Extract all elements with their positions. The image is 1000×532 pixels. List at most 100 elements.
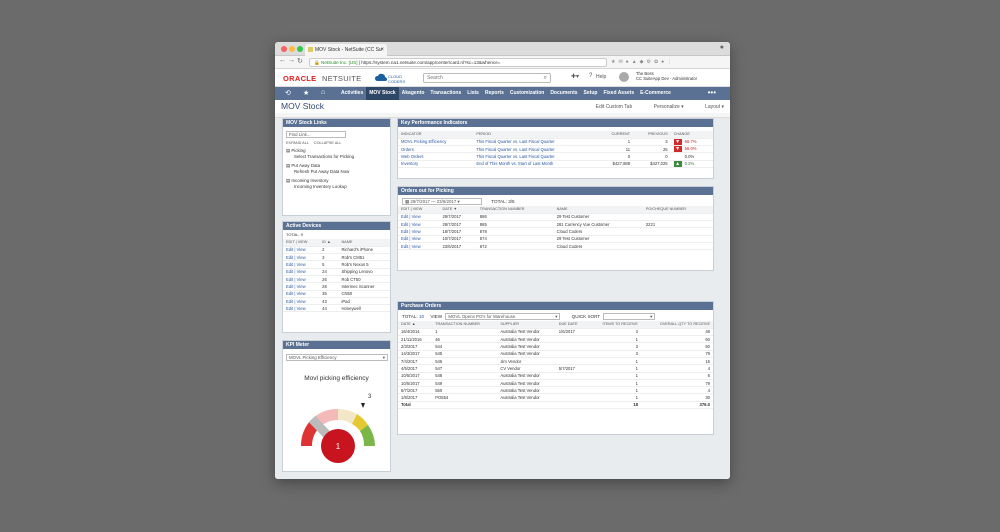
table-cell: 5 <box>319 260 339 269</box>
table-cell[interactable]: Edit | View <box>398 220 440 229</box>
menu-item[interactable]: Activities <box>338 87 366 100</box>
quick-sort-select[interactable]: ▾ <box>603 313 656 320</box>
link-group-link[interactable]: Refresh Put Away Data Now <box>286 169 387 174</box>
close-tab-icon[interactable]: × <box>380 44 384 56</box>
table-cell[interactable]: Edit | View <box>398 213 440 222</box>
link-group-link[interactable]: Incoming Inventory Lookup <box>286 184 387 189</box>
table-cell: Rob's Nexus 5 <box>338 260 390 269</box>
table-cell[interactable]: Edit | View <box>283 246 320 255</box>
column-header[interactable]: EDIT | VIEW <box>398 206 440 214</box>
expand-all-link[interactable]: EXPAND ALL <box>286 141 309 145</box>
menu-item[interactable]: Setup <box>581 87 601 100</box>
menu-item[interactable]: Reports <box>482 87 507 100</box>
table-cell <box>555 379 588 388</box>
search-icon[interactable]: ⌕ <box>544 74 547 82</box>
table-cell <box>555 401 588 410</box>
close-window-dot[interactable] <box>281 46 287 52</box>
column-header[interactable]: INDICATOR <box>398 131 474 139</box>
table-cell <box>642 242 713 251</box>
table-cell: 16 <box>640 357 713 366</box>
table-cell: 79 <box>640 379 713 388</box>
date-range-select[interactable]: ▦ 29/7/2017 — 23/6/2017 ▾ <box>402 198 482 205</box>
table-cell[interactable]: Edit | View <box>283 260 320 269</box>
global-search-input[interactable]: Search ⌕ <box>423 73 551 83</box>
cloud-icon <box>375 73 387 81</box>
reload-icon[interactable]: ↻ <box>297 57 303 65</box>
collapse-all-link[interactable]: COLLAPSE ALL <box>314 141 342 145</box>
menu-item[interactable]: Fixed Assets <box>600 87 637 100</box>
home-icon[interactable]: ⌂ <box>321 89 325 96</box>
menu-item[interactable]: E-Commerce <box>637 87 674 100</box>
favicon-icon <box>308 47 313 52</box>
column-header[interactable]: ITEMS TO RECEIVE <box>587 321 641 329</box>
table-cell[interactable]: Edit | View <box>283 297 320 306</box>
shortcuts-star-icon[interactable]: ★ <box>303 89 309 97</box>
more-menu-icon[interactable]: ••• <box>708 87 716 98</box>
minimize-window-dot[interactable] <box>289 46 295 52</box>
maximize-window-dot[interactable] <box>297 46 303 52</box>
column-header[interactable]: PO/CHEQUE NUMBER <box>642 206 713 214</box>
avatar[interactable] <box>619 72 629 82</box>
profile-icon[interactable]: ● <box>720 44 724 51</box>
recent-records-icon[interactable]: ⟲ <box>285 89 291 97</box>
add-icon[interactable]: ✚▾ <box>571 73 579 80</box>
oracle-logo: ORACLE <box>283 74 317 83</box>
table-cell[interactable]: Edit | View <box>398 235 440 244</box>
help-icon[interactable]: ? <box>589 73 592 79</box>
table-cell: 14/3/2017 <box>398 350 433 359</box>
table-cell: Australia Test Vendor <box>497 372 556 380</box>
column-header[interactable]: OVERALL QTY TO RECEIVE <box>640 321 713 329</box>
table-cell[interactable]: Edit | View <box>283 275 320 284</box>
link-group: ▤ Put Away Data Refresh Put Away Data Now <box>286 163 387 174</box>
table-cell[interactable]: Edit | View <box>283 290 320 298</box>
column-header[interactable]: DATE ▲ <box>398 321 433 329</box>
edit-custom-tab-link[interactable]: Edit Custom Tab <box>596 104 633 110</box>
forward-icon[interactable]: → <box>288 57 295 64</box>
table-cell[interactable]: Edit | View <box>283 253 320 262</box>
column-header[interactable]: CURRENT <box>597 131 634 139</box>
find-link-input[interactable]: Find Link... <box>286 131 346 138</box>
table-cell[interactable]: Edit | View <box>398 242 440 251</box>
kpi-current: 1 <box>597 138 634 147</box>
po-view-select[interactable]: MOVL Opens PO's for Warehouse ▾ <box>445 313 561 320</box>
kpi-meter-select[interactable]: MOVL Picking Efficiency ▾ <box>286 354 388 361</box>
menu-item[interactable]: Transactions <box>427 87 464 100</box>
column-header[interactable]: CHANGE <box>670 131 713 139</box>
menu-item[interactable]: Documents <box>547 87 580 100</box>
table-cell: 546 <box>432 357 498 366</box>
table-cell: 4/5/2017 <box>398 364 433 373</box>
column-header[interactable]: TRANSACTION NUMBER <box>432 321 498 329</box>
table-cell[interactable]: Edit | View <box>398 227 440 236</box>
column-header[interactable]: PERIOD <box>473 131 598 139</box>
personalize-link[interactable]: Personalize ▾ <box>644 104 684 110</box>
chevron-down-icon: ▾ <box>555 314 558 319</box>
menu-item[interactable]: Akagento <box>399 87 428 100</box>
column-header[interactable]: DUE DATE <box>555 321 588 329</box>
extension-icons[interactable]: ★✉●▲◆⚙✿●⋮ <box>611 59 675 65</box>
table-cell: 1 <box>587 364 641 373</box>
column-header[interactable]: EDIT | VIEW <box>283 239 320 247</box>
url-input[interactable]: 🔒 NetSuite Inc. [US] | https://system.na… <box>309 58 607 67</box>
link-group: ▤ Incoming Inventory Incoming Inventory L… <box>286 178 387 189</box>
table-cell[interactable]: Edit | View <box>283 282 320 291</box>
menu-item[interactable]: Lists <box>464 87 482 100</box>
column-header[interactable]: ID ▲ <box>319 239 339 247</box>
column-header[interactable]: NAME <box>338 239 390 247</box>
table-cell[interactable]: Edit | View <box>283 304 320 313</box>
column-header[interactable]: SUPPLIER <box>497 321 556 329</box>
link-group-link[interactable]: Select Transactions for Picking <box>286 154 387 159</box>
table-cell: 10/5/2017 <box>398 372 433 380</box>
column-header[interactable]: NAME <box>553 206 643 214</box>
menu-item[interactable]: MOV Stock <box>366 87 399 100</box>
layout-link[interactable]: Layout ▾ <box>695 104 724 110</box>
menu-item[interactable]: Customization <box>507 87 547 100</box>
column-header[interactable]: TRANSACTION NUMBER <box>476 206 554 214</box>
column-header[interactable]: PREVIOUS <box>633 131 671 139</box>
back-icon[interactable]: ← <box>279 57 286 64</box>
browser-tab[interactable]: MOV Stock - NetSuite (CC Su × <box>305 44 387 56</box>
table-cell: 1 <box>587 379 641 388</box>
column-header[interactable]: DATE ▼ <box>439 206 477 214</box>
user-menu[interactable]: The Boss CC SuiteApp Dev - Administrator <box>636 71 697 81</box>
help-link[interactable]: Help <box>596 74 606 80</box>
table-cell[interactable]: Edit | View <box>283 268 320 277</box>
